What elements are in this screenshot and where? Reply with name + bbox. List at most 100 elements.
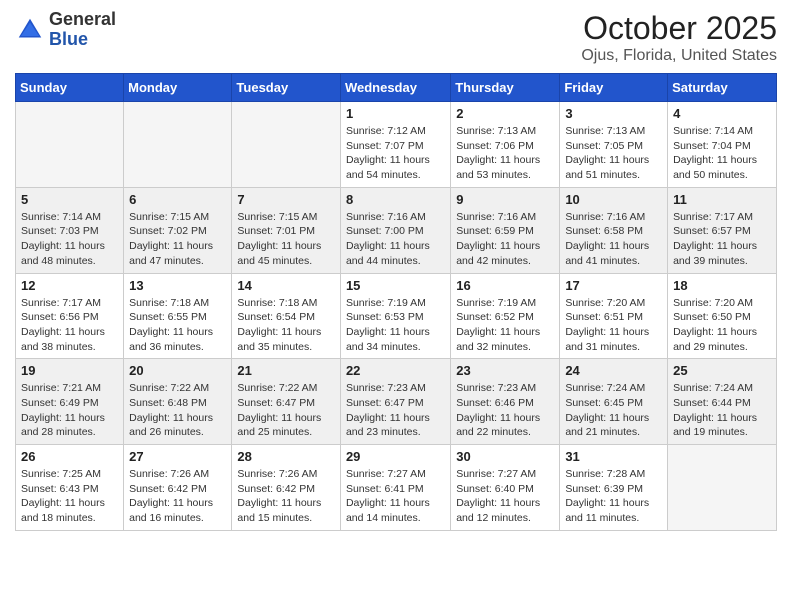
logo-general: General xyxy=(49,10,116,30)
calendar-cell: 6 Sunrise: 7:15 AM Sunset: 7:02 PM Daylig… xyxy=(124,187,232,273)
day-number: 2 xyxy=(456,106,554,121)
logo-icon xyxy=(15,15,45,45)
day-number: 30 xyxy=(456,449,554,464)
calendar-cell: 13 Sunrise: 7:18 AM Sunset: 6:55 PM Dayli… xyxy=(124,273,232,359)
day-number: 31 xyxy=(565,449,662,464)
calendar-cell xyxy=(16,102,124,188)
day-number: 8 xyxy=(346,192,445,207)
calendar-cell: 11 Sunrise: 7:17 AM Sunset: 6:57 PM Dayli… xyxy=(668,187,777,273)
day-number: 18 xyxy=(673,278,771,293)
day-info: Sunrise: 7:17 AM Sunset: 6:57 PM Dayligh… xyxy=(673,210,771,269)
calendar-cell: 23Sunrise: 7:23 AM Sunset: 6:46 PM Dayli… xyxy=(451,359,560,445)
weekday-header-thursday: Thursday xyxy=(451,74,560,102)
day-number: 20 xyxy=(129,363,226,378)
day-info: Sunrise: 7:21 AM Sunset: 6:49 PM Dayligh… xyxy=(21,381,118,440)
calendar-cell xyxy=(232,102,341,188)
calendar-cell: 17Sunrise: 7:20 AM Sunset: 6:51 PM Dayli… xyxy=(560,273,668,359)
day-info: Sunrise: 7:20 AM Sunset: 6:51 PM Dayligh… xyxy=(565,296,662,355)
weekday-header-row: SundayMondayTuesdayWednesdayThursdayFrid… xyxy=(16,74,777,102)
day-number: 13 xyxy=(129,278,226,293)
weekday-header-sunday: Sunday xyxy=(16,74,124,102)
calendar-cell: 5Sunrise: 7:14 AM Sunset: 7:03 PM Daylig… xyxy=(16,187,124,273)
weekday-header-wednesday: Wednesday xyxy=(340,74,450,102)
day-info: Sunrise: 7:16 AM Sunset: 7:00 PM Dayligh… xyxy=(346,210,445,269)
day-number: 7 xyxy=(237,192,335,207)
calendar-cell: 9Sunrise: 7:16 AM Sunset: 6:59 PM Daylig… xyxy=(451,187,560,273)
day-number: 12 xyxy=(21,278,118,293)
day-number: 19 xyxy=(21,363,118,378)
day-number: 26 xyxy=(21,449,118,464)
title-block: October 2025 Ojus, Florida, United State… xyxy=(581,10,777,65)
day-info: Sunrise: 7:17 AM Sunset: 6:56 PM Dayligh… xyxy=(21,296,118,355)
day-number: 1 xyxy=(346,106,445,121)
calendar-cell xyxy=(124,102,232,188)
logo: General Blue xyxy=(15,10,116,50)
day-info: Sunrise: 7:20 AM Sunset: 6:50 PM Dayligh… xyxy=(673,296,771,355)
day-info: Sunrise: 7:18 AM Sunset: 6:55 PM Dayligh… xyxy=(129,296,226,355)
day-number: 11 xyxy=(673,192,771,207)
day-number: 9 xyxy=(456,192,554,207)
day-number: 22 xyxy=(346,363,445,378)
day-info: Sunrise: 7:25 AM Sunset: 6:43 PM Dayligh… xyxy=(21,467,118,526)
calendar-cell: 28 Sunrise: 7:26 AM Sunset: 6:42 PM Dayli… xyxy=(232,445,341,531)
calendar-cell: 21Sunrise: 7:22 AM Sunset: 6:47 PM Dayli… xyxy=(232,359,341,445)
calendar-cell: 1 Sunrise: 7:12 AM Sunset: 7:07 PM Daylig… xyxy=(340,102,450,188)
day-number: 6 xyxy=(129,192,226,207)
calendar-cell: 24Sunrise: 7:24 AM Sunset: 6:45 PM Dayli… xyxy=(560,359,668,445)
weekday-header-saturday: Saturday xyxy=(668,74,777,102)
calendar-cell: 20 Sunrise: 7:22 AM Sunset: 6:48 PM Dayli… xyxy=(124,359,232,445)
day-number: 16 xyxy=(456,278,554,293)
calendar-table: SundayMondayTuesdayWednesdayThursdayFrid… xyxy=(15,73,777,531)
calendar-cell xyxy=(668,445,777,531)
day-info: Sunrise: 7:15 AM Sunset: 7:01 PM Dayligh… xyxy=(237,210,335,269)
calendar-cell: 26 Sunrise: 7:25 AM Sunset: 6:43 PM Dayli… xyxy=(16,445,124,531)
logo-text: General Blue xyxy=(49,10,116,50)
day-info: Sunrise: 7:19 AM Sunset: 6:52 PM Dayligh… xyxy=(456,296,554,355)
day-info: Sunrise: 7:28 AM Sunset: 6:39 PM Dayligh… xyxy=(565,467,662,526)
calendar-cell: 12 Sunrise: 7:17 AM Sunset: 6:56 PM Dayli… xyxy=(16,273,124,359)
calendar-cell: 25 Sunrise: 7:24 AM Sunset: 6:44 PM Dayli… xyxy=(668,359,777,445)
day-info: Sunrise: 7:19 AM Sunset: 6:53 PM Dayligh… xyxy=(346,296,445,355)
calendar-cell: 2 Sunrise: 7:13 AM Sunset: 7:06 PM Daylig… xyxy=(451,102,560,188)
day-number: 15 xyxy=(346,278,445,293)
calendar-cell: 18 Sunrise: 7:20 AM Sunset: 6:50 PM Dayli… xyxy=(668,273,777,359)
day-info: Sunrise: 7:24 AM Sunset: 6:44 PM Dayligh… xyxy=(673,381,771,440)
day-info: Sunrise: 7:22 AM Sunset: 6:48 PM Dayligh… xyxy=(129,381,226,440)
location-title: Ojus, Florida, United States xyxy=(581,47,777,65)
day-info: Sunrise: 7:15 AM Sunset: 7:02 PM Dayligh… xyxy=(129,210,226,269)
calendar-cell: 7 Sunrise: 7:15 AM Sunset: 7:01 PM Daylig… xyxy=(232,187,341,273)
day-info: Sunrise: 7:13 AM Sunset: 7:05 PM Dayligh… xyxy=(565,124,662,183)
day-info: Sunrise: 7:22 AM Sunset: 6:47 PM Dayligh… xyxy=(237,381,335,440)
logo-blue: Blue xyxy=(49,30,116,50)
calendar-week-row: 19 Sunrise: 7:21 AM Sunset: 6:49 PM Dayli… xyxy=(16,359,777,445)
month-title: October 2025 xyxy=(581,10,777,47)
day-info: Sunrise: 7:26 AM Sunset: 6:42 PM Dayligh… xyxy=(129,467,226,526)
weekday-header-monday: Monday xyxy=(124,74,232,102)
calendar-week-row: 1 Sunrise: 7:12 AM Sunset: 7:07 PM Daylig… xyxy=(16,102,777,188)
calendar-cell: 19 Sunrise: 7:21 AM Sunset: 6:49 PM Dayli… xyxy=(16,359,124,445)
calendar-cell: 31 Sunrise: 7:28 AM Sunset: 6:39 PM Dayli… xyxy=(560,445,668,531)
calendar-cell: 27Sunrise: 7:26 AM Sunset: 6:42 PM Dayli… xyxy=(124,445,232,531)
day-number: 14 xyxy=(237,278,335,293)
day-info: Sunrise: 7:12 AM Sunset: 7:07 PM Dayligh… xyxy=(346,124,445,183)
day-number: 24 xyxy=(565,363,662,378)
calendar-cell: 15 Sunrise: 7:19 AM Sunset: 6:53 PM Dayli… xyxy=(340,273,450,359)
page-header: General Blue October 2025 Ojus, Florida,… xyxy=(15,10,777,65)
day-info: Sunrise: 7:13 AM Sunset: 7:06 PM Dayligh… xyxy=(456,124,554,183)
day-number: 5 xyxy=(21,192,118,207)
calendar-cell: 3Sunrise: 7:13 AM Sunset: 7:05 PM Daylig… xyxy=(560,102,668,188)
calendar-week-row: 5Sunrise: 7:14 AM Sunset: 7:03 PM Daylig… xyxy=(16,187,777,273)
day-info: Sunrise: 7:26 AM Sunset: 6:42 PM Dayligh… xyxy=(237,467,335,526)
calendar-cell: 14 Sunrise: 7:18 AM Sunset: 6:54 PM Dayli… xyxy=(232,273,341,359)
day-info: Sunrise: 7:14 AM Sunset: 7:04 PM Dayligh… xyxy=(673,124,771,183)
day-info: Sunrise: 7:23 AM Sunset: 6:47 PM Dayligh… xyxy=(346,381,445,440)
day-info: Sunrise: 7:18 AM Sunset: 6:54 PM Dayligh… xyxy=(237,296,335,355)
day-info: Sunrise: 7:27 AM Sunset: 6:41 PM Dayligh… xyxy=(346,467,445,526)
calendar-cell: 16 Sunrise: 7:19 AM Sunset: 6:52 PM Dayli… xyxy=(451,273,560,359)
day-number: 28 xyxy=(237,449,335,464)
day-number: 10 xyxy=(565,192,662,207)
calendar-cell: 4Sunrise: 7:14 AM Sunset: 7:04 PM Daylig… xyxy=(668,102,777,188)
day-number: 25 xyxy=(673,363,771,378)
calendar-cell: 29Sunrise: 7:27 AM Sunset: 6:41 PM Dayli… xyxy=(340,445,450,531)
weekday-header-tuesday: Tuesday xyxy=(232,74,341,102)
